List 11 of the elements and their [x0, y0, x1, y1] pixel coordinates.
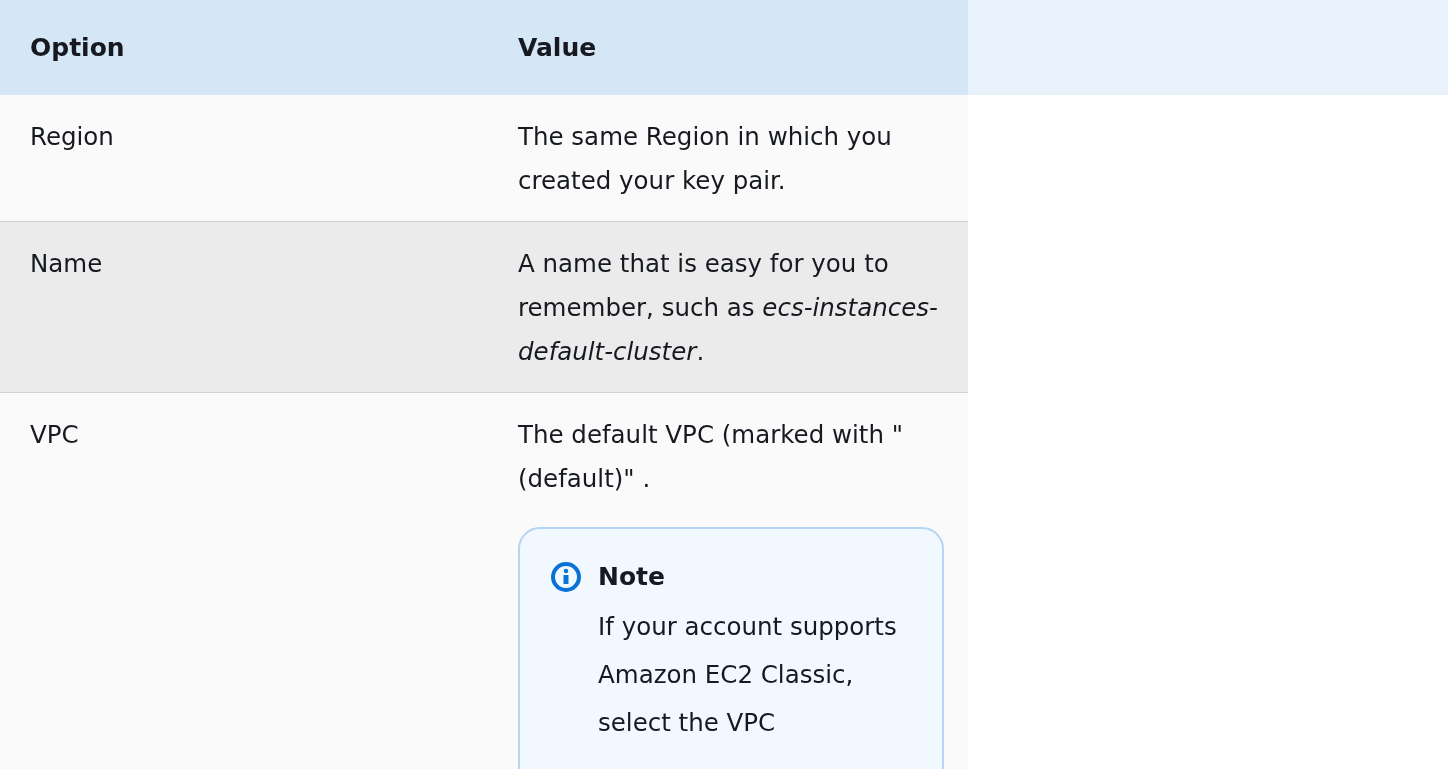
- value-text: The default VPC (marked with "(default)" .: [518, 419, 905, 495]
- value-cell-text: A name that is easy for you to remember, such as ecs-instances-default-cluster.: [517, 248, 939, 368]
- note-title: Note: [598, 561, 666, 593]
- option-cell-text: Region: [29, 121, 115, 153]
- option-cell-text: VPC: [29, 419, 80, 451]
- column-header: Option: [0, 0, 488, 95]
- column-header: Value: [488, 0, 968, 95]
- value-cell-text: The same Region in which you created your key pair.: [517, 121, 893, 197]
- info-icon: [550, 561, 582, 593]
- note-text: If your account supports Amazon EC2 Classic, select the VPC: [598, 611, 898, 739]
- option-cell-text: Name: [29, 248, 104, 280]
